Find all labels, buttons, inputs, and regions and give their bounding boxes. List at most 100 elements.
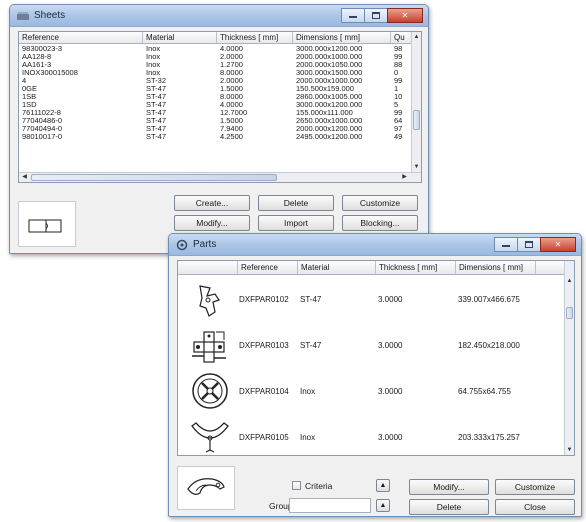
column-header-reference[interactable]: Reference <box>19 32 143 43</box>
scroll-down-arrow-icon[interactable]: ▼ <box>565 446 574 454</box>
modify-button[interactable]: Modify... <box>174 215 250 231</box>
minimize-button[interactable] <box>494 237 518 252</box>
customize-button[interactable]: Customize <box>342 195 418 211</box>
sheet-dimensions: 3000.000x1200.000 <box>296 45 363 53</box>
table-row[interactable]: 1SB ST-47 8.0000 2860.000x1005.000 10 <box>19 93 413 101</box>
close-window-button[interactable]: ✕ <box>540 237 576 252</box>
table-row[interactable]: 77040486-0 ST-47 1.5000 2650.000x1000.000 64 <box>19 117 413 125</box>
sheet-quantity: 5 <box>394 101 399 109</box>
maximize-button[interactable] <box>364 8 388 23</box>
scroll-right-arrow-icon[interactable]: ▶ <box>400 173 409 181</box>
table-row[interactable]: DXFPAR0103 ST-47 3.0000 182.450x218.000 <box>178 322 565 368</box>
sheet-thickness: 1.5000 <box>220 117 243 125</box>
sheet-reference: 0GE <box>22 85 38 93</box>
modify-button[interactable]: Modify... <box>409 479 489 495</box>
sheet-material: ST-47 <box>146 125 167 133</box>
close-icon: ✕ <box>401 11 409 20</box>
blocking-button[interactable]: Blocking... <box>342 215 418 231</box>
criteria-checkbox[interactable] <box>292 481 301 490</box>
delete-button[interactable]: Delete <box>258 195 334 211</box>
sheets-hscroll-thumb[interactable] <box>31 174 277 181</box>
sheet-quantity: 1 <box>394 85 399 93</box>
sheets-titlebar[interactable]: Sheets ✕ <box>10 5 428 27</box>
table-row[interactable]: 0GE ST-47 1.5000 150.500x159.000 1 <box>19 85 413 93</box>
column-header-preview <box>178 261 238 274</box>
part-material: Inox <box>300 433 316 442</box>
customize-button[interactable]: Customize <box>495 479 575 495</box>
column-header-dimensions[interactable]: Dimensions [ mm] <box>293 32 391 43</box>
parts-vscroll-thumb[interactable] <box>566 307 573 319</box>
sheet-dimensions: 2860.000x1005.000 <box>296 93 363 101</box>
sheets-vertical-scrollbar[interactable]: ▲ ▼ <box>411 32 421 172</box>
import-button[interactable]: Import <box>258 215 334 231</box>
table-row[interactable]: 98300023-3 Inox 4.0000 3000.000x1200.000 98 <box>19 45 413 53</box>
parts-titlebar[interactable]: Parts ✕ <box>169 234 581 256</box>
sheets-vscroll-thumb[interactable] <box>413 110 420 130</box>
part-material: ST-47 <box>300 341 322 350</box>
maximize-icon <box>372 12 380 19</box>
table-row[interactable]: 76111022-8 ST-47 12.7000 155.000x111.000 99 <box>19 109 413 117</box>
triangle-up-icon: ▲ <box>379 482 387 489</box>
sheets-horizontal-scrollbar[interactable]: ◀ ▶ <box>19 172 421 182</box>
sheet-thickness: 7.9400 <box>220 125 243 133</box>
table-row[interactable]: AA128-8 Inox 2.0000 2000.000x1000.000 99 <box>19 53 413 61</box>
table-row[interactable]: DXFPAR0102 ST-47 3.0000 339.007x466.675 <box>178 276 565 322</box>
table-row[interactable]: 98010017-0 ST-47 4.2500 2495.000x1200.000 49 <box>19 133 413 141</box>
table-row[interactable]: 1SD ST-47 4.0000 3000.000x1200.000 5 <box>19 101 413 109</box>
column-header-dimensions[interactable]: Dimensions [ mm] <box>456 261 536 274</box>
sheet-thickness: 8.0000 <box>220 69 243 77</box>
group-input[interactable] <box>289 498 371 513</box>
sheet-reference: 98010017-0 <box>22 133 63 141</box>
sheet-preview-icon <box>28 219 62 233</box>
sheet-thickness: 1.5000 <box>220 85 243 93</box>
column-header-material[interactable]: Material <box>143 32 217 43</box>
sheet-dimensions: 3000.000x1200.000 <box>296 101 363 109</box>
sheet-quantity: 10 <box>394 93 403 101</box>
sheet-quantity: 88 <box>394 61 403 69</box>
part-material: Inox <box>300 387 316 396</box>
parts-window: Parts ✕ Reference Material Thickness [ m… <box>168 233 582 517</box>
sheets-window: Sheets ✕ Reference Material Thickness [ … <box>9 4 429 254</box>
group-toggle-button[interactable]: ▲ <box>376 499 390 512</box>
part-thickness: 3.0000 <box>378 387 403 396</box>
criteria-toggle-button[interactable]: ▲ <box>376 479 390 492</box>
sheets-table-body: 98300023-3 Inox 4.0000 3000.000x1200.000 98 A… <box>19 45 413 141</box>
column-header-thickness[interactable]: Thickness [ mm] <box>376 261 456 274</box>
close-button[interactable]: Close <box>495 499 575 515</box>
sheet-dimensions: 155.000x111.000 <box>296 109 353 117</box>
sheet-dimensions: 3000.000x1500.000 <box>296 69 363 77</box>
part-thickness: 3.0000 <box>378 433 403 442</box>
parts-vertical-scrollbar[interactable]: ▲ ▼ <box>564 261 574 455</box>
maximize-button[interactable] <box>517 237 541 252</box>
table-row[interactable]: 4 ST-32 2.0000 2000.000x1000.000 99 <box>19 77 413 85</box>
table-row[interactable]: DXFPAR0105 Inox 3.0000 203.333x175.257 <box>178 414 565 455</box>
sheet-material: ST-47 <box>146 101 167 109</box>
table-row[interactable]: 77040494-0 ST-47 7.9400 2000.000x1200.000 97 <box>19 125 413 133</box>
minimize-button[interactable] <box>341 8 365 23</box>
scroll-up-arrow-icon[interactable]: ▲ <box>565 277 574 285</box>
part-thickness: 3.0000 <box>378 341 403 350</box>
scroll-up-arrow-icon[interactable]: ▲ <box>412 33 421 41</box>
create-button[interactable]: Create... <box>174 195 250 211</box>
sheet-dimensions: 2000.000x1000.000 <box>296 77 363 85</box>
sheet-dimensions: 2000.000x1200.000 <box>296 125 363 133</box>
column-header-material[interactable]: Material <box>298 261 376 274</box>
scroll-left-arrow-icon[interactable]: ◀ <box>20 173 29 181</box>
sheet-quantity: 98 <box>394 45 403 53</box>
close-window-button[interactable]: ✕ <box>387 8 423 23</box>
table-row[interactable]: AA161-3 Inox 1.2700 2000.000x1050.000 88 <box>19 61 413 69</box>
column-header-quantity[interactable]: Qu <box>391 32 413 43</box>
column-header-thickness[interactable]: Thickness [ mm] <box>217 32 293 43</box>
part-dimensions: 64.755x64.755 <box>458 387 511 396</box>
table-row[interactable]: INOX300015008 Inox 8.0000 3000.000x1500.000… <box>19 69 413 77</box>
scroll-down-arrow-icon[interactable]: ▼ <box>412 163 421 171</box>
delete-button[interactable]: Delete <box>409 499 489 515</box>
part-material: ST-47 <box>300 295 322 304</box>
criteria-label: Criteria <box>305 481 333 491</box>
column-header-reference[interactable]: Reference <box>238 261 298 274</box>
sheet-thickness: 12.7000 <box>220 109 248 117</box>
part-dimensions: 203.333x175.257 <box>458 433 520 442</box>
round-part-icon <box>192 373 228 409</box>
table-row[interactable]: DXFPAR0104 Inox 3.0000 64.755x64.755 <box>178 368 565 414</box>
sheet-material: Inox <box>146 61 161 69</box>
